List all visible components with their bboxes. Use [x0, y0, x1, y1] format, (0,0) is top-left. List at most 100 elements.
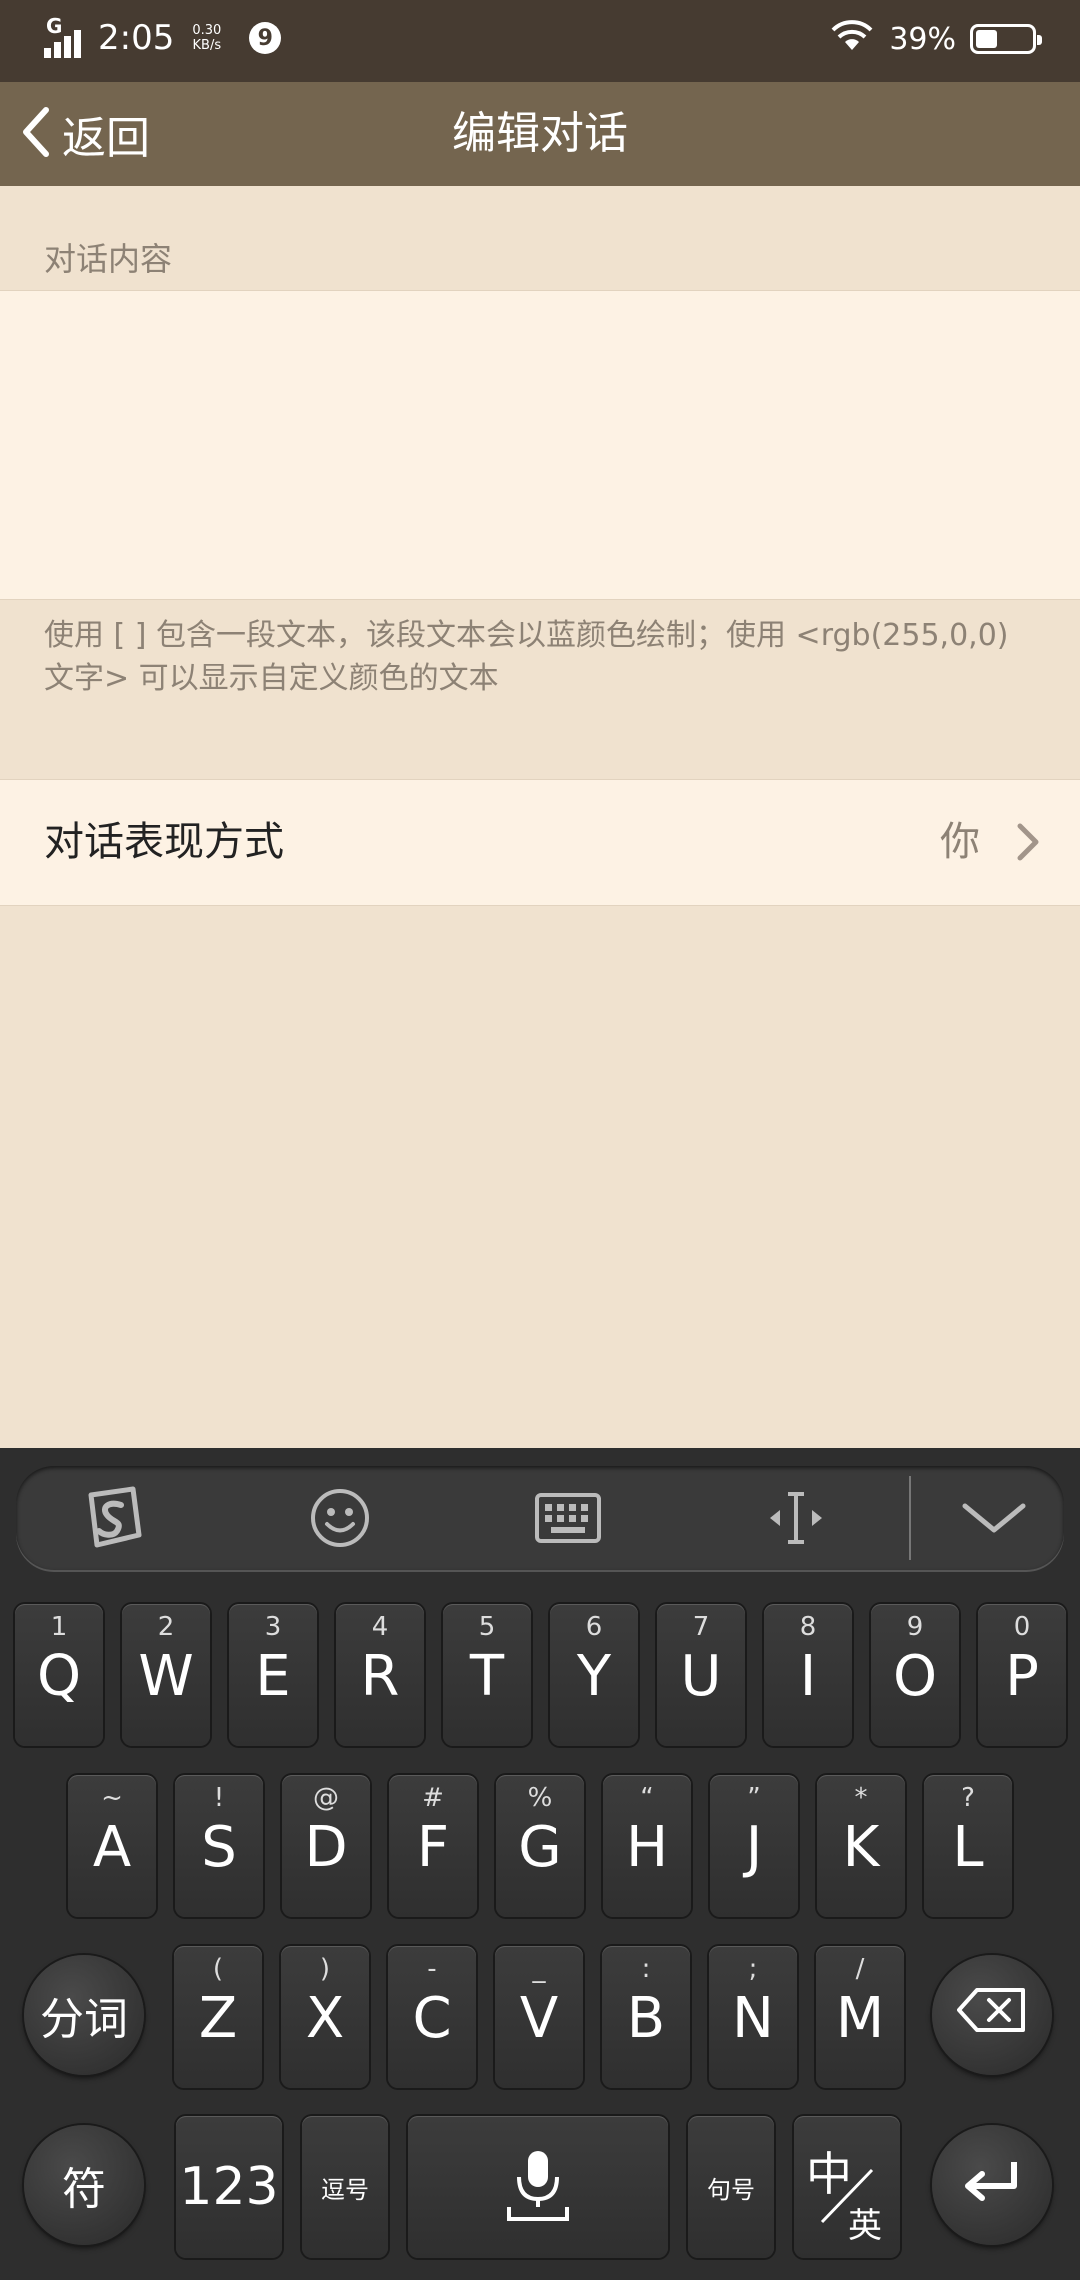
enter-key[interactable]: [932, 2125, 1052, 2245]
dialog-style-label: 对话表现方式: [44, 819, 284, 865]
key-j[interactable]: ” J: [710, 1775, 798, 1917]
backspace-key[interactable]: [932, 1955, 1052, 2075]
key-secondary-symbol: 4: [371, 1612, 389, 1642]
section-header: 对话内容: [0, 186, 1080, 290]
key-letter: T: [469, 1644, 505, 1709]
key-secondary-symbol: *: [854, 1783, 868, 1813]
keyboard-icon[interactable]: [508, 1466, 628, 1570]
network-speed-value: 0.30: [192, 23, 222, 38]
network-type: G: [46, 14, 63, 38]
key-m[interactable]: / M: [816, 1946, 904, 2088]
segment-key[interactable]: 分词: [24, 1955, 144, 2075]
key-a[interactable]: ~ A: [68, 1775, 156, 1917]
key-l[interactable]: ? L: [924, 1775, 1012, 1917]
key-h[interactable]: “H: [603, 1775, 691, 1917]
key-letter: J: [745, 1815, 763, 1880]
key-letter: I: [799, 1644, 817, 1709]
dialog-content-input[interactable]: [0, 290, 1080, 600]
chevron-left-icon: [18, 104, 52, 164]
sogou-logo-icon[interactable]: [52, 1466, 172, 1570]
wifi-icon: [829, 18, 875, 60]
key-o[interactable]: 9O: [871, 1604, 959, 1746]
key-q[interactable]: 1Q: [15, 1604, 103, 1746]
key-secondary-symbol: 5: [478, 1612, 496, 1642]
key-secondary-symbol: 9: [906, 1612, 924, 1642]
collapse-icon[interactable]: [934, 1466, 1054, 1570]
lang-english-label: 英: [848, 2206, 882, 2246]
key-letter: M: [835, 1986, 885, 2051]
chevron-right-icon: [1016, 822, 1040, 866]
key-k[interactable]: * K: [817, 1775, 905, 1917]
key-y[interactable]: 6Y: [550, 1604, 638, 1746]
key-e[interactable]: 3E: [229, 1604, 317, 1746]
clock: 2:05: [98, 18, 175, 58]
key-secondary-symbol: 8: [799, 1612, 817, 1642]
key-secondary-symbol: 7: [692, 1612, 710, 1642]
space-voice-key[interactable]: [408, 2116, 668, 2258]
key-s[interactable]: ! S: [175, 1775, 263, 1917]
key-x[interactable]: ) X: [281, 1946, 369, 2088]
key-c[interactable]: -C: [388, 1946, 476, 2088]
key-letter: Z: [198, 1986, 238, 2051]
key-letter: U: [680, 1644, 722, 1709]
key-z[interactable]: (Z: [174, 1946, 262, 2088]
key-letter: A: [92, 1815, 132, 1880]
key-letter: B: [626, 1986, 666, 2051]
key-secondary-symbol: 0: [1013, 1612, 1031, 1642]
key-letter: F: [416, 1815, 450, 1880]
key-n[interactable]: ; N: [709, 1946, 797, 2088]
comma-key[interactable]: 逗号: [302, 2116, 388, 2258]
key-f[interactable]: # F: [389, 1775, 477, 1917]
back-label: 返回: [62, 113, 150, 164]
key-b[interactable]: :B: [602, 1946, 690, 2088]
backspace-icon: [957, 1987, 1027, 2043]
key-t[interactable]: 5T: [443, 1604, 531, 1746]
numbers-key[interactable]: 123: [176, 2116, 282, 2258]
key-letter: D: [304, 1815, 348, 1880]
title-bar: 编辑对话 返回: [0, 82, 1080, 186]
key-secondary-symbol: (: [212, 1954, 224, 1984]
key-w[interactable]: 2W: [122, 1604, 210, 1746]
key-g[interactable]: % G: [496, 1775, 584, 1917]
status-bar: G 2:05 0.30 KB/s 9 39%: [0, 0, 1080, 82]
key-i[interactable]: 8I: [764, 1604, 852, 1746]
key-secondary-symbol: ~: [101, 1783, 123, 1813]
dialog-style-row[interactable]: 对话表现方式 你: [0, 779, 1080, 906]
key-p[interactable]: 0P: [978, 1604, 1066, 1746]
symbol-key[interactable]: 符: [24, 2125, 144, 2245]
key-letter: P: [1005, 1644, 1039, 1709]
key-letter: V: [519, 1986, 559, 2051]
key-letter: O: [892, 1644, 938, 1709]
status-left: G 2:05 0.30 KB/s 9: [44, 14, 282, 58]
status-right: 39%: [829, 18, 1042, 60]
key-letter: W: [138, 1644, 194, 1709]
key-v[interactable]: _ V: [495, 1946, 583, 2088]
key-secondary-symbol: /: [855, 1954, 865, 1984]
period-key[interactable]: 句号: [688, 2116, 774, 2258]
key-letter: Y: [576, 1644, 612, 1709]
microphone-icon: [503, 2147, 573, 2227]
key-secondary-symbol: ?: [961, 1783, 975, 1813]
key-secondary-symbol: @: [313, 1783, 339, 1813]
language-switch-key[interactable]: 中 英: [794, 2116, 900, 2258]
key-letter: S: [201, 1815, 237, 1880]
enter-icon: [962, 2158, 1022, 2213]
key-letter: Q: [36, 1644, 82, 1709]
key-secondary-symbol: :: [641, 1954, 651, 1984]
key-secondary-symbol: 2: [157, 1612, 175, 1642]
key-secondary-symbol: %: [527, 1783, 553, 1813]
emoji-icon[interactable]: [280, 1466, 400, 1570]
key-d[interactable]: @ D: [282, 1775, 370, 1917]
page-title: 编辑对话: [452, 108, 628, 159]
network-speed-unit: KB/s: [192, 38, 222, 53]
key-u[interactable]: 7U: [657, 1604, 745, 1746]
key-letter: H: [625, 1815, 669, 1880]
keyboard: 1Q2W3E4R5T6Y7U8I9O0P ~ A! S @ D # F% G “H” J * K? L …: [0, 1448, 1080, 2280]
key-letter: C: [412, 1986, 452, 2051]
key-secondary-symbol: ): [319, 1954, 331, 1984]
cursor-icon[interactable]: [736, 1466, 856, 1570]
battery-percent: 39%: [889, 21, 956, 57]
back-button[interactable]: 返回: [18, 82, 150, 186]
key-r[interactable]: 4R: [336, 1604, 424, 1746]
key-secondary-symbol: 1: [50, 1612, 68, 1642]
